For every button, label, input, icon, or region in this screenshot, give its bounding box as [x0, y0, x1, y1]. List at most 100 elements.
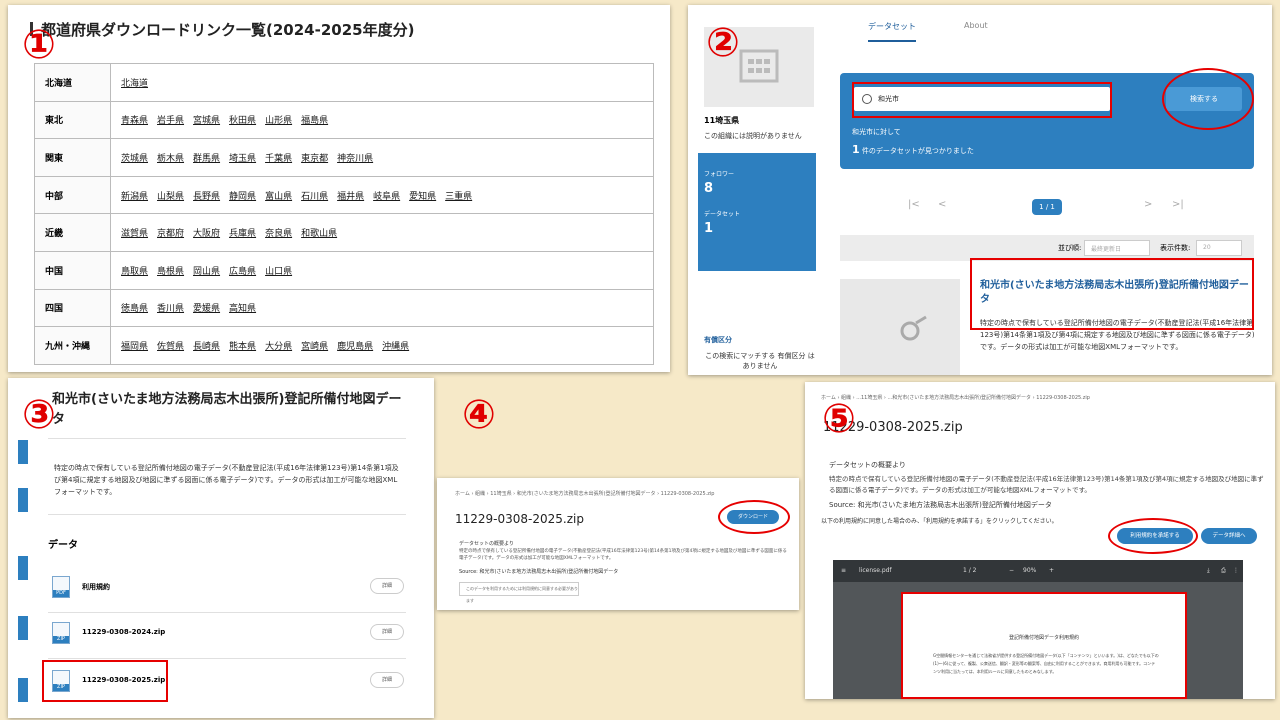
prefecture-link[interactable]: 鹿児島県	[337, 342, 373, 352]
prefecture-link[interactable]: 愛媛県	[193, 304, 220, 314]
file-row[interactable]: PDF 利用規約 詳細	[52, 576, 404, 606]
prefecture-link[interactable]: 富山県	[265, 192, 292, 202]
tab-about[interactable]: About	[964, 21, 988, 30]
prefecture-link[interactable]: 栃木県	[157, 154, 184, 164]
prefecture-link[interactable]: 愛知県	[409, 192, 436, 202]
prefecture-link[interactable]: 福岡県	[121, 342, 148, 352]
region-row: 近畿 滋賀県 京都府 大阪府 兵庫県 奈良県 和歌山県	[34, 213, 654, 252]
prefecture-link[interactable]: 山口県	[265, 267, 292, 277]
summary-text: 特定の時点で保有している登記所備付地図の電子データ(不動産登記法(平成16年法律…	[459, 549, 787, 561]
prefecture-link[interactable]: 鳥取県	[121, 267, 148, 277]
prefecture-link[interactable]: 長崎県	[193, 342, 220, 352]
prefecture-link[interactable]: 京都府	[157, 229, 184, 239]
prefecture-link[interactable]: 岡山県	[193, 267, 220, 277]
prefecture-link[interactable]: 宮崎県	[301, 342, 328, 352]
sort-select[interactable]: 最終更新日	[1084, 240, 1150, 256]
breadcrumb[interactable]: ホーム › 組織 › ...11埼玉県 › ...和光市(さいたま地方法務局志木…	[821, 394, 1090, 401]
license-notice: このデータを利用するためには利用規約に同意する必要があります	[459, 582, 579, 603]
prefecture-link[interactable]: 岐阜県	[373, 192, 400, 202]
prefecture-link[interactable]: 宮城県	[193, 116, 220, 126]
highlight-search-input	[852, 82, 1112, 118]
first-page-icon[interactable]: |<	[908, 199, 920, 210]
zoom-in-icon[interactable]: +	[1049, 567, 1054, 574]
prefecture-link[interactable]: 和歌山県	[301, 229, 337, 239]
prefecture-link[interactable]: 埼玉県	[229, 154, 256, 164]
more-icon[interactable]: ⋮	[1233, 567, 1239, 574]
prefecture-link[interactable]: 山梨県	[157, 192, 184, 202]
detail-button[interactable]: 詳細	[370, 624, 404, 640]
highlight-download-button	[718, 500, 790, 534]
prefecture-link[interactable]: 奈良県	[265, 229, 292, 239]
prefecture-links: 茨城県 栃木県 群馬県 埼玉県 千葉県 東京都 神奈川県	[110, 138, 654, 177]
prefecture-link[interactable]: 静岡県	[229, 192, 256, 202]
data-detail-button[interactable]: データ詳細へ	[1201, 528, 1257, 544]
pdf-zoom-level[interactable]: 90%	[1023, 567, 1036, 574]
page-indicator[interactable]: 1 / 1	[1032, 199, 1062, 215]
summary-text: 特定の時点で保有している登記所備付地図の電子データ(不動産登記法(平成16年法律…	[829, 475, 1264, 494]
prefecture-link[interactable]: 茨城県	[121, 154, 148, 164]
prefecture-link[interactable]: 福井県	[337, 192, 364, 202]
prefecture-link[interactable]: 佐賀県	[157, 342, 184, 352]
detail-button[interactable]: 詳細	[370, 672, 404, 688]
pdf-filename: license.pdf	[859, 567, 892, 574]
resource-filename: 11229-0308-2025.zip	[455, 512, 584, 526]
download-icon[interactable]: ⤓	[1207, 567, 1210, 575]
tab-dataset[interactable]: データセット	[868, 21, 916, 42]
divider	[48, 658, 406, 659]
prefecture-link[interactable]: 岩手県	[157, 116, 184, 126]
region-name: 東北	[34, 100, 111, 140]
prefecture-link[interactable]: 神奈川県	[337, 154, 373, 164]
prefecture-link[interactable]: 大阪府	[193, 229, 220, 239]
file-name[interactable]: 11229-0308-2024.zip	[82, 628, 165, 636]
next-page-icon[interactable]: >	[1144, 199, 1152, 210]
facet-title: 有償区分	[704, 336, 732, 344]
prefecture-link[interactable]: 福島県	[301, 116, 328, 126]
zoom-out-icon[interactable]: −	[1009, 567, 1014, 574]
prefecture-link[interactable]: 香川県	[157, 304, 184, 314]
prefecture-link[interactable]: 群馬県	[193, 154, 220, 164]
license-instruction: 以下の利用規約に同意した場合のみ、「利用規約を承諾する」をクリックしてください。	[821, 518, 1058, 525]
prefecture-link[interactable]: 徳島県	[121, 304, 148, 314]
prefecture-link[interactable]: 兵庫県	[229, 229, 256, 239]
prefecture-link[interactable]: 山形県	[265, 116, 292, 126]
region-name: 四国	[34, 288, 111, 328]
prefecture-link[interactable]: 広島県	[229, 267, 256, 277]
prefecture-link[interactable]: 北海道	[121, 79, 148, 89]
source-text: Source: 和光市(さいたま地方法務局志木出張所)登記所備付地図データ	[829, 501, 1052, 509]
prefecture-link[interactable]: 沖縄県	[382, 342, 409, 352]
prefecture-link[interactable]: 秋田県	[229, 116, 256, 126]
prefecture-link[interactable]: 石川県	[301, 192, 328, 202]
menu-icon[interactable]: ≡	[841, 567, 846, 574]
prefecture-link[interactable]: 滋賀県	[121, 229, 148, 239]
prefecture-link[interactable]: 熊本県	[229, 342, 256, 352]
prefecture-links: 鳥取県 島根県 岡山県 広島県 山口県	[110, 250, 654, 290]
last-page-icon[interactable]: >|	[1172, 199, 1184, 210]
follower-count: 8	[704, 181, 714, 196]
prefecture-link[interactable]: 千葉県	[265, 154, 292, 164]
count-select[interactable]: 20	[1196, 240, 1242, 256]
prefecture-link[interactable]: 青森県	[121, 116, 148, 126]
summary-title: データセットの概要より	[459, 541, 514, 547]
prev-page-icon[interactable]: <	[938, 199, 946, 210]
prefecture-link[interactable]: 東京都	[301, 154, 328, 164]
print-icon[interactable]: ⎙	[1221, 567, 1226, 575]
prefecture-link[interactable]: 大分県	[265, 342, 292, 352]
prefecture-link[interactable]: 新潟県	[121, 192, 148, 202]
license-doc-title: 登記所備付地図データ利用規約	[1008, 635, 1079, 641]
region-row: 中国 鳥取県 島根県 岡山県 広島県 山口県	[34, 250, 654, 290]
step-2-label: ②	[706, 20, 740, 66]
page-title: 都道府県ダウンロードリンク一覧(2024-2025年度分)	[30, 19, 414, 40]
file-row[interactable]: ZIP 11229-0308-2024.zip 詳細	[52, 622, 404, 652]
detail-button[interactable]: 詳細	[370, 578, 404, 594]
prefecture-link[interactable]: 長野県	[193, 192, 220, 202]
breadcrumb[interactable]: ホーム › 組織 › 11埼玉県 › 和光市(さいたま地方法務局志木出張所)登記…	[455, 490, 714, 497]
summary-title: データセットの概要より	[829, 461, 906, 469]
pdf-page-indicator[interactable]: 1 / 2	[963, 567, 976, 574]
file-name[interactable]: 利用規約	[82, 582, 110, 592]
prefecture-link[interactable]: 島根県	[157, 267, 184, 277]
prefecture-link[interactable]: 高知県	[229, 304, 256, 314]
accent-bar	[18, 488, 28, 512]
org-description: この組織には説明がありません	[704, 132, 802, 140]
prefecture-link[interactable]: 三重県	[445, 192, 472, 202]
result-thumbnail	[840, 279, 960, 375]
